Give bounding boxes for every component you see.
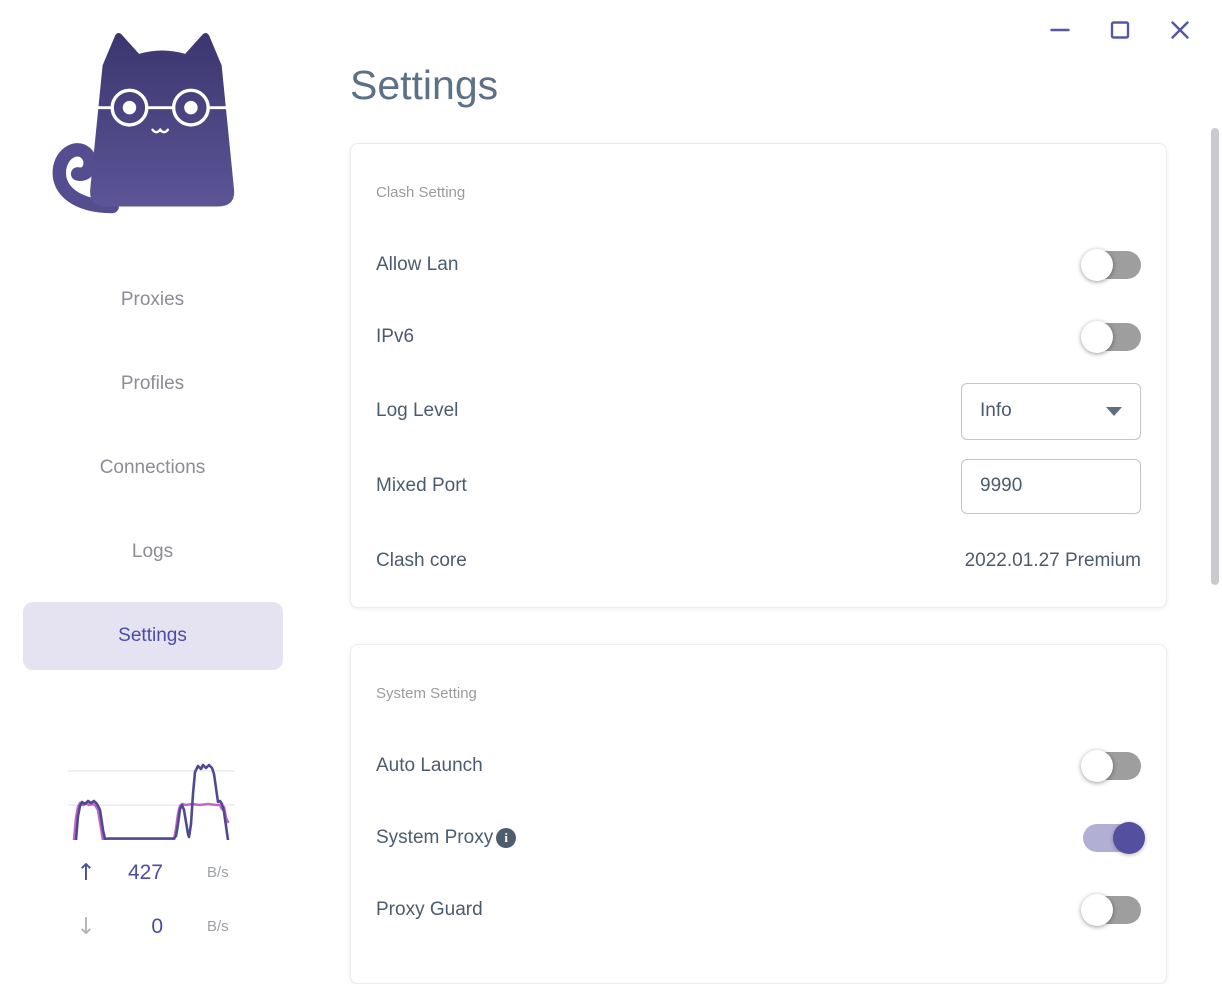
auto-launch-row: Auto Launch: [376, 730, 1141, 802]
system-proxy-label: System Proxy i: [376, 827, 517, 849]
sidebar-item-settings[interactable]: Settings: [22, 602, 283, 670]
section-title: System Setting: [376, 685, 477, 702]
vertical-scrollbar-thumb[interactable]: [1211, 128, 1219, 585]
auto-launch-toggle[interactable]: [1081, 750, 1141, 782]
mixed-port-label: Mixed Port: [376, 475, 467, 496]
allow-lan-row: Allow Lan: [376, 229, 1141, 301]
minimize-button[interactable]: [1049, 19, 1071, 41]
clash-cat-logo: [52, 32, 235, 214]
maximize-button[interactable]: [1109, 19, 1131, 41]
clash-core-version: 2022.01.27 Premium: [964, 550, 1141, 571]
sidebar-item-label: Logs: [131, 541, 174, 562]
upload-speed-value: 427: [127, 861, 163, 884]
upload-speed-unit: B/s: [207, 864, 229, 881]
toggle-thumb: [1113, 822, 1145, 854]
close-button[interactable]: [1169, 19, 1191, 41]
upload-speed-row: ↑ 427 B/s: [0, 858, 305, 888]
toggle-thumb: [1081, 894, 1113, 926]
ipv6-row: IPv6: [376, 301, 1141, 373]
chevron-down-icon: [1106, 406, 1122, 416]
info-icon[interactable]: i: [496, 828, 517, 848]
sidebar-item-profiles[interactable]: Profiles: [23, 350, 283, 418]
sidebar-item-label: Connections: [99, 457, 206, 478]
traffic-line-indigo: [74, 763, 230, 840]
clash-core-label: Clash core: [376, 550, 467, 571]
auto-launch-label: Auto Launch: [376, 755, 483, 776]
ipv6-label: IPv6: [376, 326, 415, 347]
clash-core-row: Clash core 2022.01.27 Premium: [376, 525, 1141, 597]
mixed-port-row: Mixed Port: [376, 450, 1141, 522]
sidebar-item-label: Proxies: [120, 289, 185, 310]
log-level-select[interactable]: Info: [961, 382, 1141, 440]
log-level-label: Log Level: [376, 400, 459, 421]
window-controls: [1049, 19, 1191, 41]
close-icon: [1171, 21, 1189, 39]
sidebar-nav: Proxies Profiles Connections Logs Settin…: [0, 266, 305, 686]
maximize-icon: [1110, 21, 1130, 39]
toggle-thumb: [1081, 249, 1113, 281]
traffic-graph: [68, 754, 235, 840]
sidebar-item-label: Profiles: [120, 373, 185, 394]
system-setting-card: System Setting Auto Launch System Proxy …: [350, 644, 1167, 984]
system-proxy-label-text: System Proxy: [376, 827, 494, 848]
download-speed-unit: B/s: [207, 918, 229, 935]
sidebar-item-label: Settings: [118, 625, 187, 646]
allow-lan-toggle[interactable]: [1081, 249, 1141, 281]
sidebar-item-logs[interactable]: Logs: [23, 518, 283, 586]
sidebar-item-connections[interactable]: Connections: [23, 434, 283, 502]
clash-setting-card: Clash Setting Allow Lan IPv6 Log Level I…: [350, 143, 1167, 608]
system-proxy-toggle[interactable]: [1083, 822, 1145, 854]
toggle-thumb: [1081, 321, 1113, 353]
minimize-icon: [1050, 28, 1070, 32]
page-title: Settings: [350, 62, 499, 108]
download-speed-value: 0: [151, 915, 163, 938]
traffic-line-pink: [72, 801, 230, 840]
download-speed-row: ↓ 0 B/s: [0, 912, 305, 942]
section-title: Clash Setting: [376, 184, 466, 201]
proxy-guard-label: Proxy Guard: [376, 899, 483, 920]
system-proxy-row: System Proxy i: [376, 802, 1145, 874]
sidebar-item-proxies[interactable]: Proxies: [23, 266, 283, 334]
log-level-value: Info: [980, 400, 1012, 421]
sidebar: Proxies Profiles Connections Logs Settin…: [0, 0, 305, 956]
log-level-row: Log Level Info: [376, 375, 1141, 447]
proxy-guard-toggle[interactable]: [1081, 894, 1141, 926]
mixed-port-input[interactable]: [961, 458, 1141, 514]
allow-lan-label: Allow Lan: [376, 254, 459, 275]
proxy-guard-row: Proxy Guard: [376, 874, 1141, 946]
ipv6-toggle[interactable]: [1081, 321, 1141, 353]
toggle-thumb: [1081, 750, 1113, 782]
app-window: Proxies Profiles Connections Logs Settin…: [0, 0, 1222, 984]
